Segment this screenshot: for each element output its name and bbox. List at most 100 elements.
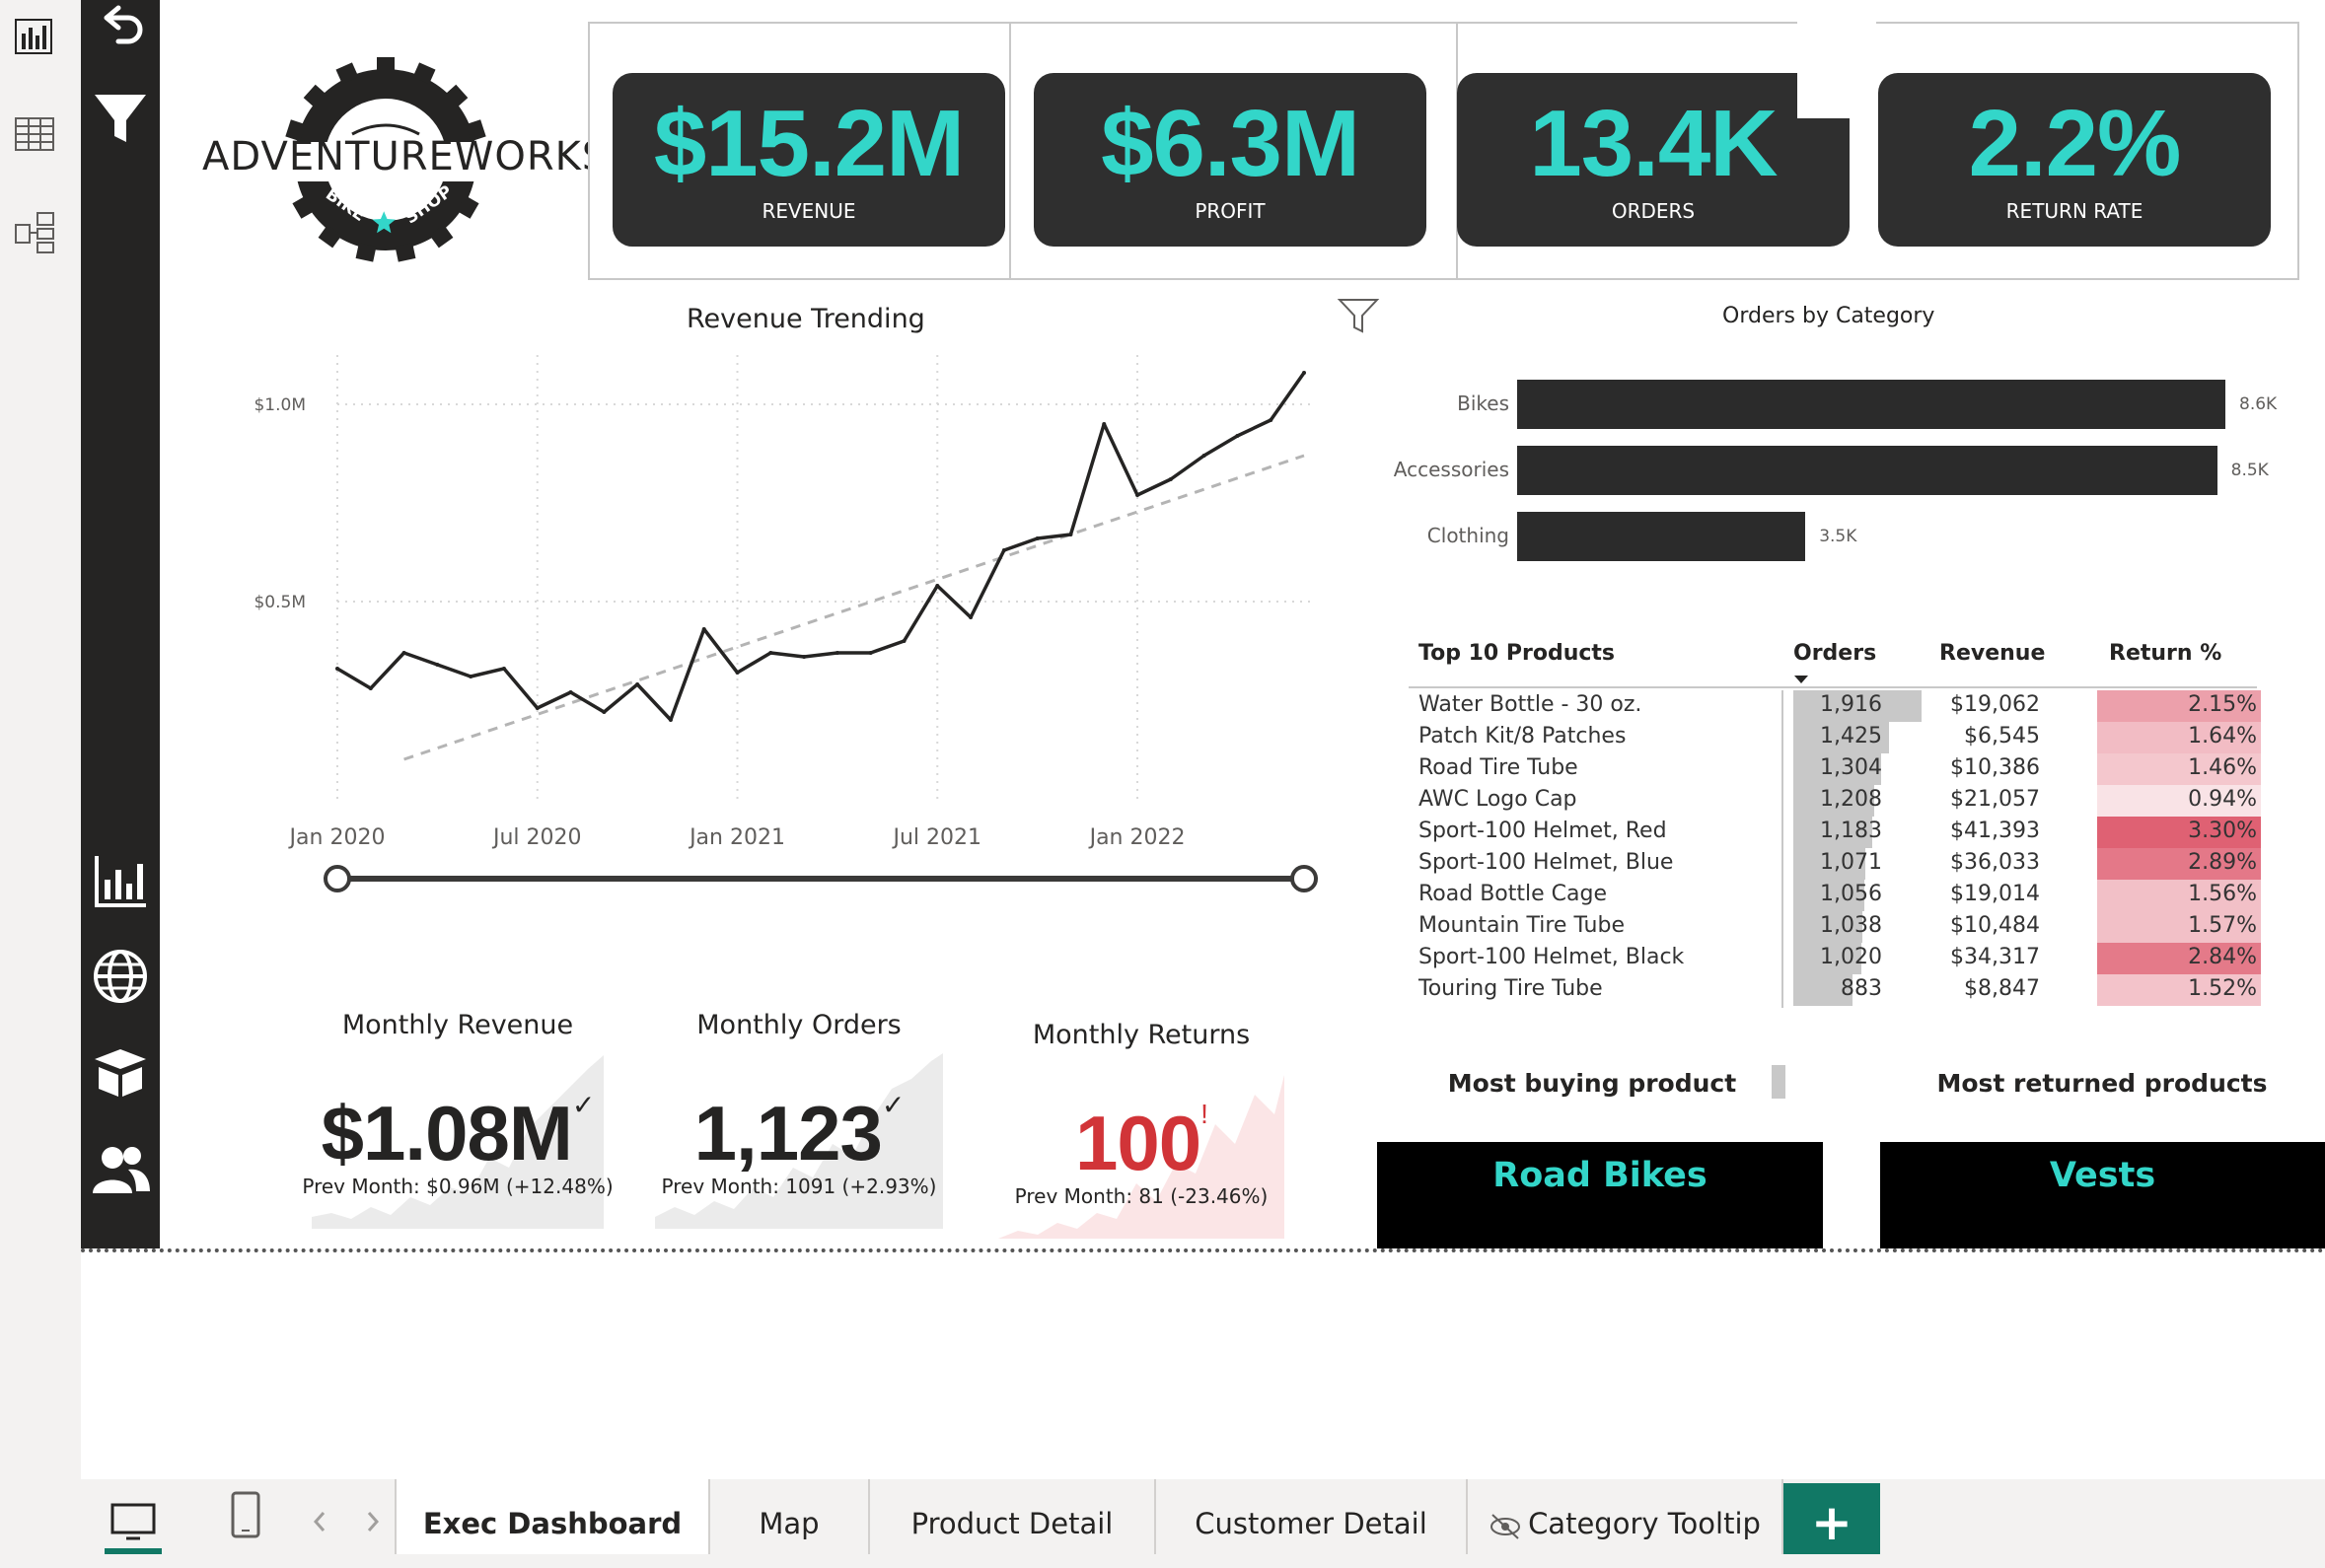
revenue-trend-title: Revenue Trending xyxy=(687,304,925,334)
most-returned-value: Vests xyxy=(2049,1156,2156,1195)
product-orders: 1,304 xyxy=(1820,755,1882,780)
x-tick-label: Jul 2021 xyxy=(892,825,982,850)
revenue-data-point xyxy=(735,671,740,675)
bar-value-label: 3.5K xyxy=(1819,527,1857,546)
kpi-return-rate-value: 2.2% xyxy=(1968,91,2182,196)
kpi-orders[interactable]: 13.4K ORDERS xyxy=(1457,73,1850,247)
table-row[interactable]: Touring Tire Tube 883 $8,847 1.52% xyxy=(1409,974,2261,1006)
revenue-data-point xyxy=(902,639,907,643)
table-row[interactable]: AWC Logo Cap 1,208 $21,057 0.94% xyxy=(1409,785,2261,817)
table-header-orders[interactable]: Orders xyxy=(1793,641,1876,666)
visual-filter-icon[interactable] xyxy=(1337,296,1380,335)
date-slider-start-handle[interactable] xyxy=(324,865,351,892)
bar-chart-nav-icon[interactable] xyxy=(89,850,152,913)
box-nav-icon[interactable] xyxy=(89,1041,152,1105)
tab-exec-dashboard[interactable]: Exec Dashboard xyxy=(397,1479,710,1554)
category-bar[interactable] xyxy=(1517,380,2225,429)
report-view-icon[interactable] xyxy=(12,14,57,59)
kpi-profit-label: PROFIT xyxy=(1195,199,1266,223)
tabs-scroll-right[interactable] xyxy=(359,1505,385,1538)
table-header-revenue[interactable]: Revenue xyxy=(1939,641,2045,666)
globe-nav-icon[interactable] xyxy=(89,945,152,1008)
x-tick-label: Jan 2020 xyxy=(288,825,386,850)
kpi-revenue[interactable]: $15.2M REVENUE xyxy=(613,73,1005,247)
table-row[interactable]: Water Bottle - 30 oz. 1,916 $19,062 2.15% xyxy=(1409,690,2261,722)
filter-icon[interactable] xyxy=(89,87,152,150)
product-name: Sport-100 Helmet, Red xyxy=(1418,819,1667,843)
revenue-data-point xyxy=(535,706,540,710)
category-bar[interactable] xyxy=(1517,512,1806,561)
most-buying-card[interactable]: Road Bikes xyxy=(1377,1142,1823,1248)
product-name: Mountain Tire Tube xyxy=(1418,913,1625,938)
table-row[interactable]: Road Bottle Cage 1,056 $19,014 1.56% xyxy=(1409,880,2261,911)
table-row[interactable]: Road Tire Tube 1,304 $10,386 1.46% xyxy=(1409,753,2261,785)
monthly-returns-number: 100 xyxy=(1075,1100,1201,1186)
orders-by-category-chart[interactable]: Bikes 8.6K Accessories 8.5K Clothing 3.5K xyxy=(1361,365,2289,582)
table-row[interactable]: Sport-100 Helmet, Blue 1,071 $36,033 2.89% xyxy=(1409,848,2261,880)
product-return-rate: 1.56% xyxy=(2188,882,2257,906)
product-revenue: $34,317 xyxy=(1950,945,2040,969)
product-orders: 1,056 xyxy=(1820,882,1882,906)
tab-product-detail[interactable]: Product Detail xyxy=(870,1479,1156,1554)
kpi-profit-value: $6.3M xyxy=(1101,91,1360,196)
revenue-data-point xyxy=(835,651,839,655)
table-row[interactable]: Patch Kit/8 Patches 1,425 $6,545 1.64% xyxy=(1409,722,2261,753)
back-arrow-icon[interactable] xyxy=(89,0,152,63)
revenue-data-point xyxy=(668,718,673,722)
product-revenue: $8,847 xyxy=(1964,976,2040,1001)
table-row[interactable]: Sport-100 Helmet, Red 1,183 $41,393 3.30% xyxy=(1409,817,2261,848)
customers-nav-icon[interactable] xyxy=(89,1138,152,1201)
y-tick-label: $0.5M xyxy=(254,593,306,612)
table-row[interactable]: Sport-100 Helmet, Black 1,020 $34,317 2.84% xyxy=(1409,943,2261,974)
product-name: Patch Kit/8 Patches xyxy=(1418,724,1627,748)
y-tick-label: $1.0M xyxy=(254,395,306,415)
desktop-icon xyxy=(105,1503,162,1554)
logo-text: ADVENTUREWORKS xyxy=(202,133,607,180)
product-revenue: $10,386 xyxy=(1950,755,2040,780)
tab-category-tooltip[interactable]: Category Tooltip xyxy=(1468,1479,1783,1554)
desktop-layout-button[interactable] xyxy=(105,1497,162,1554)
revenue-data-point xyxy=(802,655,807,659)
alert-icon: ! xyxy=(1200,1099,1208,1129)
revenue-data-point xyxy=(1201,454,1206,458)
product-name: Sport-100 Helmet, Blue xyxy=(1418,850,1674,875)
monthly-orders-title: Monthly Orders xyxy=(696,1010,902,1040)
most-returned-label: Most returned products xyxy=(1936,1069,2268,1098)
revenue-data-point xyxy=(335,667,339,671)
product-revenue: $21,057 xyxy=(1950,787,2040,812)
revenue-trend-chart[interactable]: Jan 2020 Jul 2020 Jan 2021 Jul 2021 Jan 2022… xyxy=(247,345,1332,897)
mobile-layout-button[interactable] xyxy=(221,1489,268,1546)
product-orders: 883 xyxy=(1841,976,1882,1001)
mobile-icon xyxy=(231,1491,260,1538)
revenue-series-line xyxy=(336,371,1306,722)
model-view-icon[interactable] xyxy=(12,209,57,254)
kpi-return-rate[interactable]: 2.2% RETURN RATE xyxy=(1878,73,2271,247)
tabs-scroll-left[interactable] xyxy=(308,1505,333,1538)
table-row[interactable]: Mountain Tire Tube 1,038 $10,484 1.57% xyxy=(1409,911,2261,943)
product-return-rate: 1.52% xyxy=(2188,976,2257,1001)
kpi-profit[interactable]: $6.3M PROFIT xyxy=(1034,73,1426,247)
scroll-handle[interactable] xyxy=(1772,1065,1785,1099)
table-header-return[interactable]: Return % xyxy=(2109,641,2221,666)
table-header-product[interactable]: Top 10 Products xyxy=(1418,641,1615,666)
revenue-data-point xyxy=(1035,536,1040,540)
table-view-icon[interactable] xyxy=(12,110,57,156)
revenue-data-point xyxy=(1269,418,1273,422)
monthly-orders-number: 1,123 xyxy=(693,1090,883,1176)
most-returned-card[interactable]: Vests xyxy=(1880,1142,2325,1248)
page-boundary xyxy=(81,1248,2325,1252)
kpi-revenue-value: $15.2M xyxy=(653,91,965,196)
category-bar[interactable] xyxy=(1517,446,2217,495)
tab-category-tooltip-label: Category Tooltip xyxy=(1528,1507,1761,1540)
product-revenue: $6,545 xyxy=(1964,724,2040,748)
product-revenue: $19,062 xyxy=(1950,692,2040,717)
bar-category-label: Accessories xyxy=(1393,458,1509,481)
tab-map[interactable]: Map xyxy=(710,1479,870,1554)
add-page-button[interactable]: + xyxy=(1783,1483,1880,1554)
revenue-data-point xyxy=(602,710,607,714)
date-slider-end-handle[interactable] xyxy=(1290,865,1318,892)
product-return-rate: 0.94% xyxy=(2188,787,2257,812)
tab-customer-detail[interactable]: Customer Detail xyxy=(1156,1479,1468,1554)
revenue-data-point xyxy=(1235,434,1240,438)
product-name: Road Tire Tube xyxy=(1418,755,1578,780)
